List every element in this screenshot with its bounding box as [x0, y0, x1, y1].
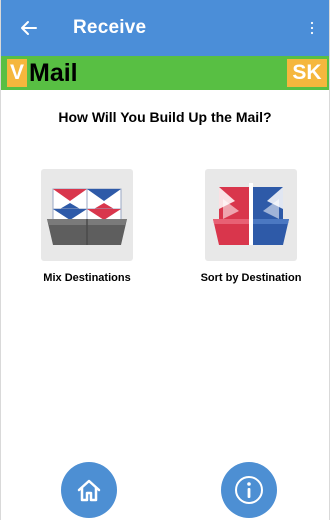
sort-by-destination-tile[interactable] — [205, 169, 297, 261]
receive-screen: Receive V Mail SK How Will You Build Up … — [0, 0, 330, 520]
app-bar: Receive — [1, 0, 329, 56]
info-icon — [235, 476, 263, 504]
brand-sk-badge: SK — [287, 59, 327, 87]
home-button[interactable] — [61, 462, 117, 518]
page-question: How Will You Build Up the Mail? — [58, 109, 272, 125]
sort-by-destination-option[interactable]: Sort by Destination — [181, 169, 321, 284]
overflow-menu-button[interactable] — [295, 0, 329, 56]
brand-bar: V Mail SK — [1, 56, 329, 90]
brand-mail-text: Mail — [29, 59, 78, 87]
arrow-left-icon — [21, 21, 37, 35]
back-button[interactable] — [9, 0, 49, 56]
sorted-mail-tray-icon — [213, 183, 289, 245]
app-title: Receive — [73, 17, 147, 38]
home-icon — [77, 479, 101, 502]
brand-v-badge: V — [7, 59, 27, 87]
sort-by-destination-label: Sort by Destination — [200, 272, 302, 284]
mix-destinations-tile[interactable] — [41, 169, 133, 261]
mixed-mail-tray-icon — [47, 188, 127, 245]
info-button[interactable] — [221, 462, 277, 518]
mix-destinations-option[interactable]: Mix Destinations — [17, 169, 157, 284]
mix-destinations-label: Mix Destinations — [43, 272, 131, 284]
overflow-menu-icon — [310, 21, 314, 35]
